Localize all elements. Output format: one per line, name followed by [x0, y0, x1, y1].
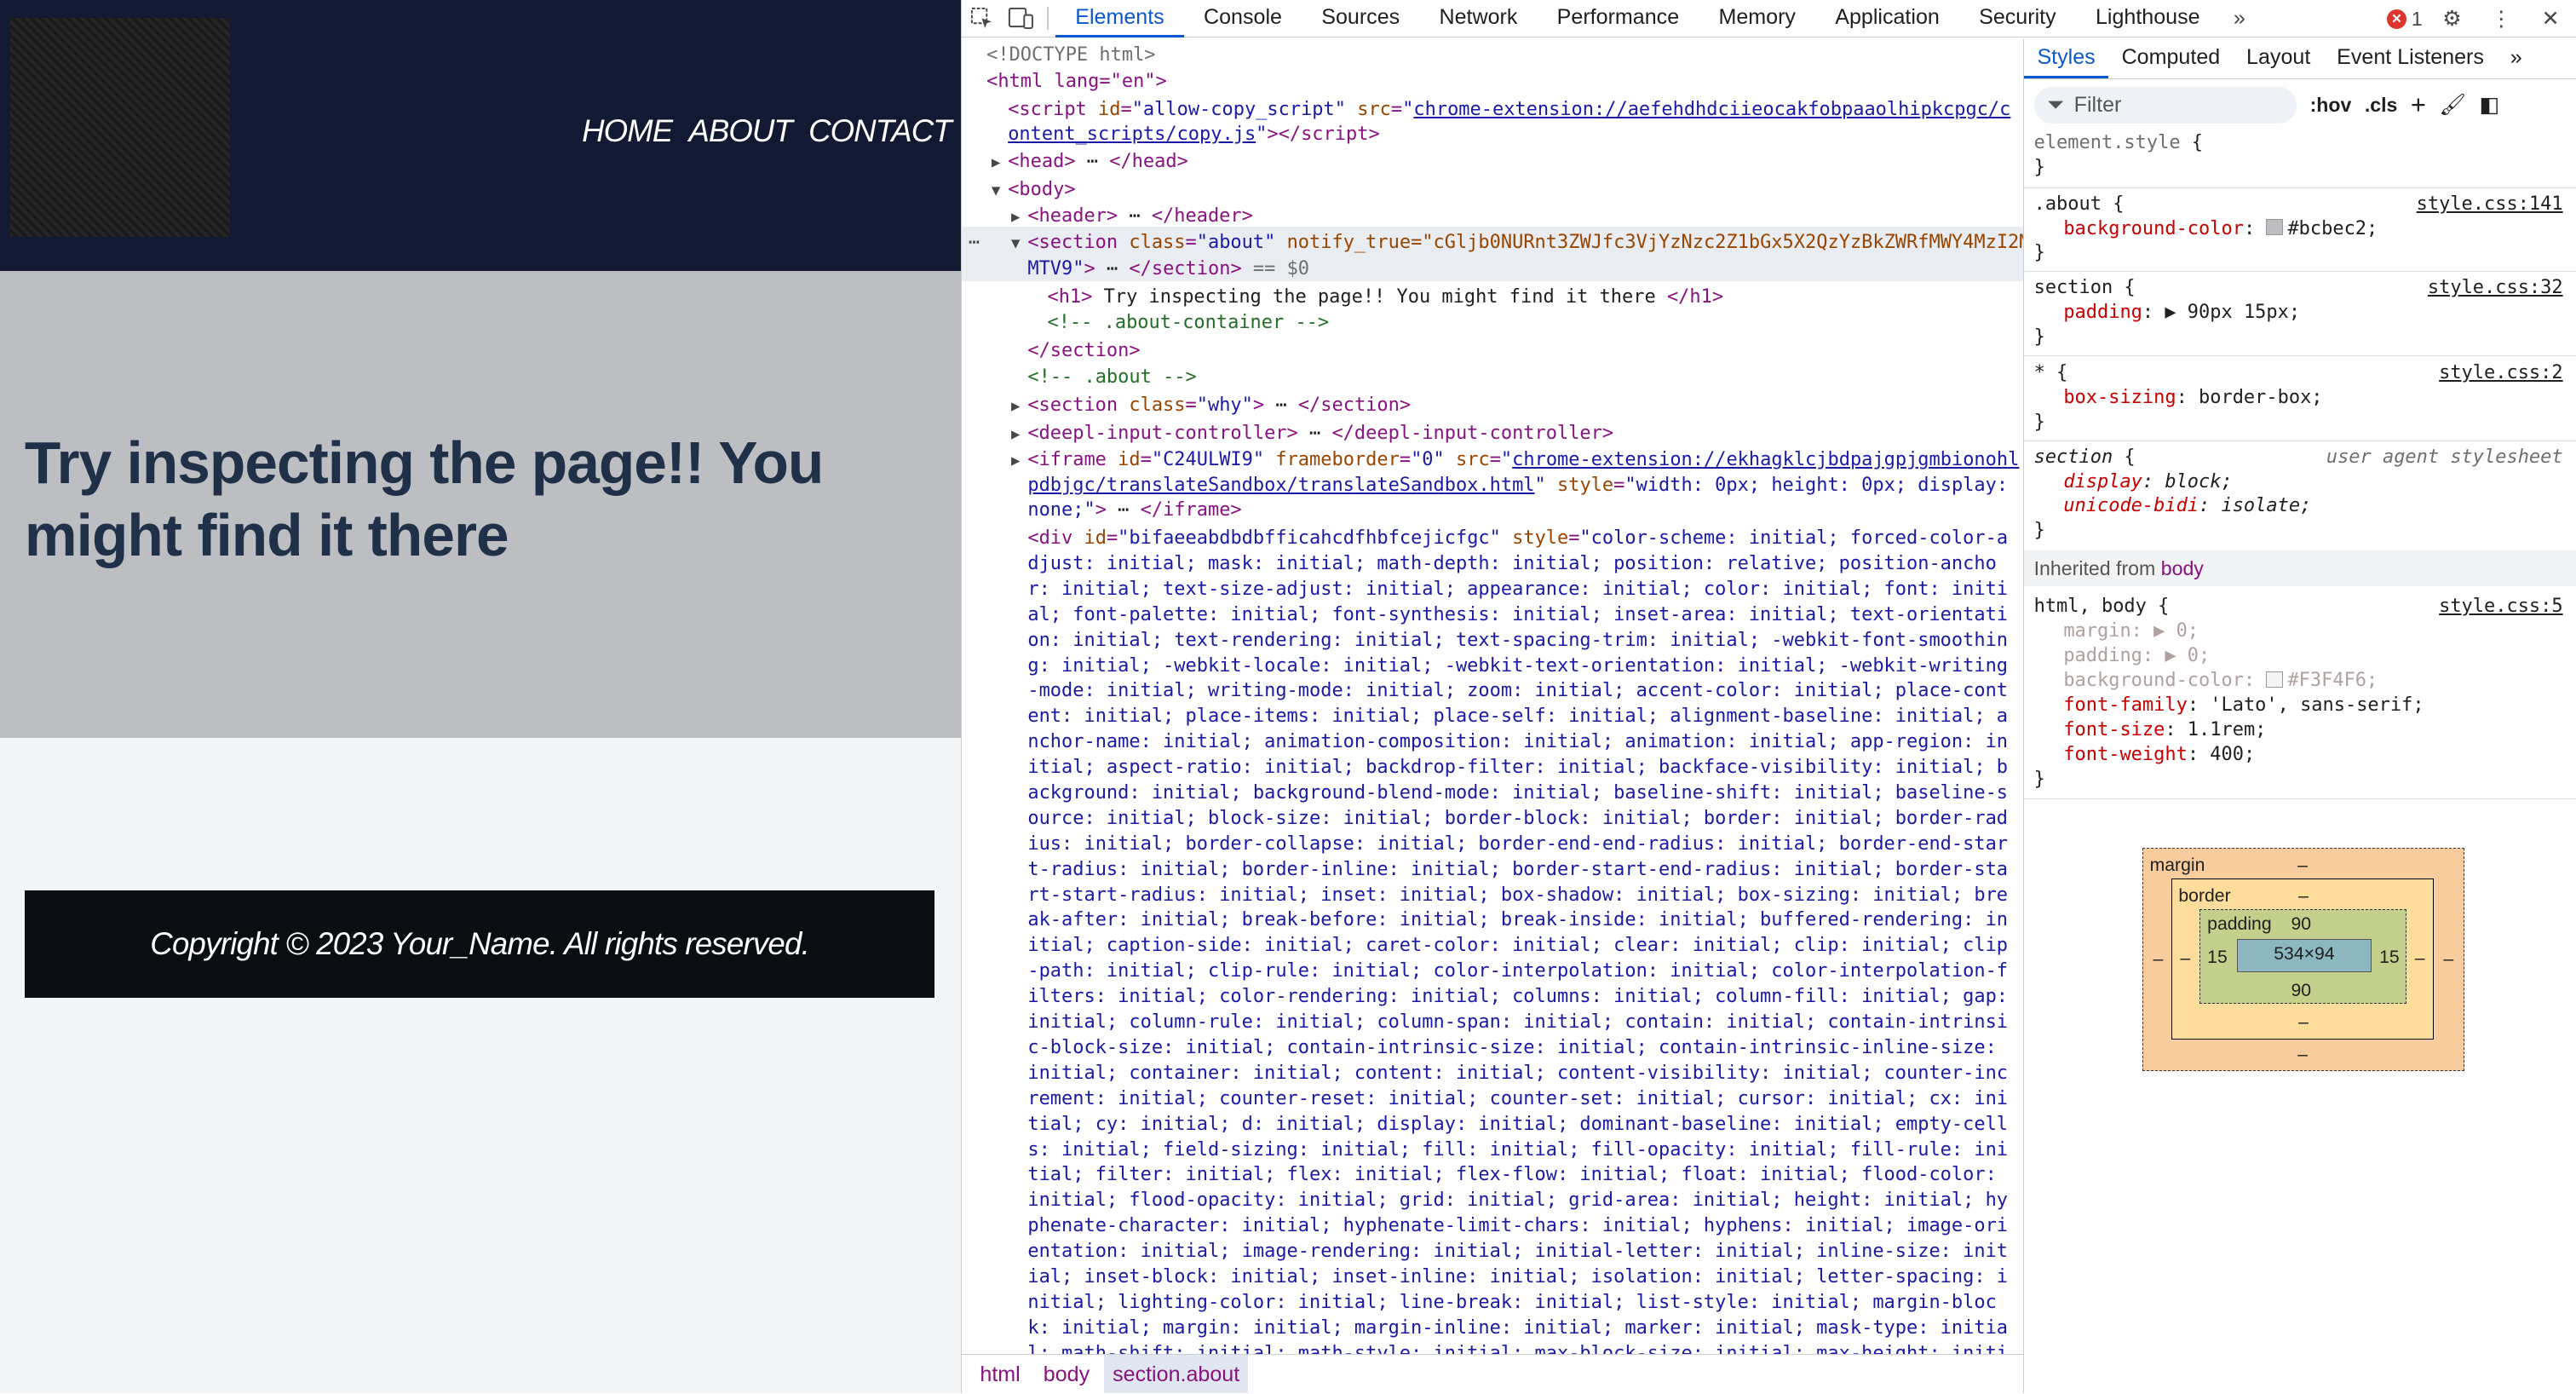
iframe-node-cont[interactable]: pdbjgc/translateSandbox/translateSandbox…: [1027, 473, 2008, 498]
header-node[interactable]: ▶ <header> ⋯ </header>: [1011, 204, 1253, 231]
source-link-about[interactable]: style.css:141: [2417, 193, 2563, 217]
h1-node[interactable]: <h1> Try inspecting the page!! You might…: [1047, 285, 1723, 310]
more-tabs-chevron-icon[interactable]: »: [2220, 0, 2259, 36]
styles-pane: Styles Computed Layout Event Listeners »…: [2023, 39, 2576, 1394]
box-model-content: 534×94: [2236, 939, 2372, 972]
tab-network[interactable]: Network: [1419, 0, 1537, 37]
error-icon: ×: [2386, 9, 2407, 29]
iframe-node-cont2[interactable]: none;"> ⋯ </iframe>: [1027, 498, 1241, 523]
copyright-text: Copyright © 2023 Your_Name. All rights r…: [150, 925, 810, 961]
tab-event-listeners[interactable]: Event Listeners: [2324, 39, 2498, 78]
devtools-right-controls: × 1 ⚙ ⋮ ✕: [2371, 0, 2571, 37]
settings-gear-icon[interactable]: ⚙: [2432, 1, 2471, 37]
div-style-attribute[interactable]: <div id="bifaeeabdbdbfficahcdfhbfcejicfg…: [1027, 526, 2016, 1354]
box-model-padding: padding 90 15 15 90 534×94: [2199, 908, 2407, 1005]
about-heading: Try inspecting the page!! You might find…: [24, 429, 824, 569]
script-node-cont[interactable]: ontent_scripts/copy.js"></script>: [1008, 122, 1379, 147]
rule-html-body[interactable]: html, body { style.css:5 margin: ▶ 0; pa…: [2034, 595, 2570, 792]
breadcrumb-section-about[interactable]: section.about: [1104, 1354, 1248, 1394]
inherited-from-header: Inherited from body: [2024, 550, 2576, 587]
elements-tree[interactable]: <!DOCTYPE html> <html lang="en"> <script…: [962, 39, 2024, 1354]
source-link-section[interactable]: style.css:32: [2428, 276, 2563, 301]
inspect-element-icon[interactable]: [962, 0, 1001, 36]
section-close-node[interactable]: </section>: [1027, 338, 1140, 364]
hov-toggle[interactable]: :hov: [2310, 93, 2352, 118]
devtools-tabbar: Elements Console Sources Network Perform…: [962, 0, 2576, 38]
breadcrumb-body[interactable]: body: [1035, 1355, 1098, 1394]
nav-home-link[interactable]: HOME: [582, 113, 673, 149]
site-nav: HOME ABOUT CONTACT: [582, 113, 952, 149]
box-model-diagram[interactable]: margin – – – – border – – – – padding 90…: [2142, 848, 2464, 1072]
nav-contact-link[interactable]: CONTACT: [808, 113, 952, 149]
source-link-universal[interactable]: style.css:2: [2439, 361, 2563, 386]
source-link-html-body[interactable]: style.css:5: [2439, 595, 2563, 619]
box-model-border: border – – – – padding 90 15 15 90 534×9…: [2171, 878, 2435, 1040]
deepl-node[interactable]: ▶ <deepl-input-controller> ⋯ </deepl-inpu…: [1011, 421, 1613, 448]
section-why-node[interactable]: ▶ <section class="why"> ⋯ </section>: [1011, 393, 1411, 420]
more-panes-chevron-icon[interactable]: »: [2497, 39, 2535, 78]
styles-filter-input[interactable]: ⏷ Filter: [2033, 87, 2297, 124]
html-node[interactable]: <html lang="en">: [986, 69, 1167, 95]
paint-brush-icon[interactable]: 🖌: [2439, 93, 2466, 118]
toggle-sidebar-icon[interactable]: ◧: [2480, 93, 2500, 118]
tab-performance[interactable]: Performance: [1538, 0, 1699, 37]
doctype-node[interactable]: <!DOCTYPE html>: [986, 43, 1155, 68]
iframe-node[interactable]: ▶ <iframe id="C24ULWI9" frameborder="0" s…: [1011, 447, 2019, 475]
breadcrumb-html[interactable]: html: [972, 1355, 1029, 1394]
tab-lighthouse[interactable]: Lighthouse: [2076, 0, 2220, 37]
tab-computed[interactable]: Computed: [2108, 39, 2233, 78]
body-node[interactable]: ▼ <body>: [992, 177, 1076, 204]
styles-filter-bar: ⏷ Filter :hov .cls + 🖌 ◧: [2033, 85, 2570, 124]
error-counter[interactable]: × 1: [2386, 8, 2423, 31]
comment-about-container[interactable]: <!-- .about-container -->: [1047, 310, 1329, 336]
filter-icon: ⏷: [2047, 92, 2065, 117]
section-about-node[interactable]: ▼ <section class="about" notify_true="cGl…: [1011, 230, 2023, 257]
devtools-panel: Elements Console Sources Network Perform…: [961, 0, 2576, 1394]
rule-about[interactable]: .about { style.css:141 background-color:…: [2034, 193, 2570, 267]
cls-toggle[interactable]: .cls: [2365, 93, 2398, 118]
site-logo[interactable]: [9, 18, 230, 237]
dom-breadcrumb: html body section.about: [962, 1354, 2024, 1394]
tab-styles[interactable]: Styles: [2024, 39, 2109, 79]
comment-about[interactable]: <!-- .about -->: [1027, 365, 1196, 390]
tab-sources[interactable]: Sources: [1302, 0, 1419, 37]
script-node[interactable]: <script id="allow-copy_script" src="chro…: [1008, 97, 2010, 123]
rule-universal[interactable]: * { style.css:2 box-sizing: border-box; …: [2034, 361, 2570, 435]
rule-user-agent-section[interactable]: section { user agent stylesheet display:…: [2034, 446, 2570, 544]
tab-elements[interactable]: Elements: [1055, 0, 1184, 37]
about-section: Try inspecting the page!! You might find…: [0, 271, 962, 738]
site-header: HOME ABOUT CONTACT: [0, 0, 962, 272]
tab-console[interactable]: Console: [1184, 0, 1302, 37]
tab-application[interactable]: Application: [1815, 0, 1959, 37]
nav-about-link[interactable]: ABOUT: [688, 113, 792, 149]
device-toolbar-icon[interactable]: [1001, 0, 1040, 36]
color-swatch[interactable]: [2266, 219, 2283, 236]
rule-section[interactable]: section { style.css:32 padding: ▶ 90px 1…: [2034, 276, 2570, 350]
new-rule-plus-icon[interactable]: +: [2411, 91, 2426, 118]
rule-element-style[interactable]: element.style {}: [2034, 131, 2570, 181]
more-options-icon[interactable]: ⋮: [2481, 1, 2521, 37]
section-about-node-cont[interactable]: MTV9"> ⋯ </section> == $0: [1027, 256, 1309, 282]
head-node[interactable]: ▶ <head> ⋯ </head>: [992, 149, 1188, 176]
node-actions-icon[interactable]: ⋯: [969, 230, 980, 256]
close-devtools-icon[interactable]: ✕: [2531, 1, 2570, 37]
site-footer: Copyright © 2023 Your_Name. All rights r…: [24, 890, 935, 998]
tab-layout[interactable]: Layout: [2234, 39, 2324, 78]
page-viewport: HOME ABOUT CONTACT Try inspecting the pa…: [0, 0, 962, 1394]
tab-security[interactable]: Security: [1959, 0, 2076, 37]
tab-memory[interactable]: Memory: [1699, 0, 1815, 37]
styles-tabbar: Styles Computed Layout Event Listeners »: [2024, 39, 2576, 79]
